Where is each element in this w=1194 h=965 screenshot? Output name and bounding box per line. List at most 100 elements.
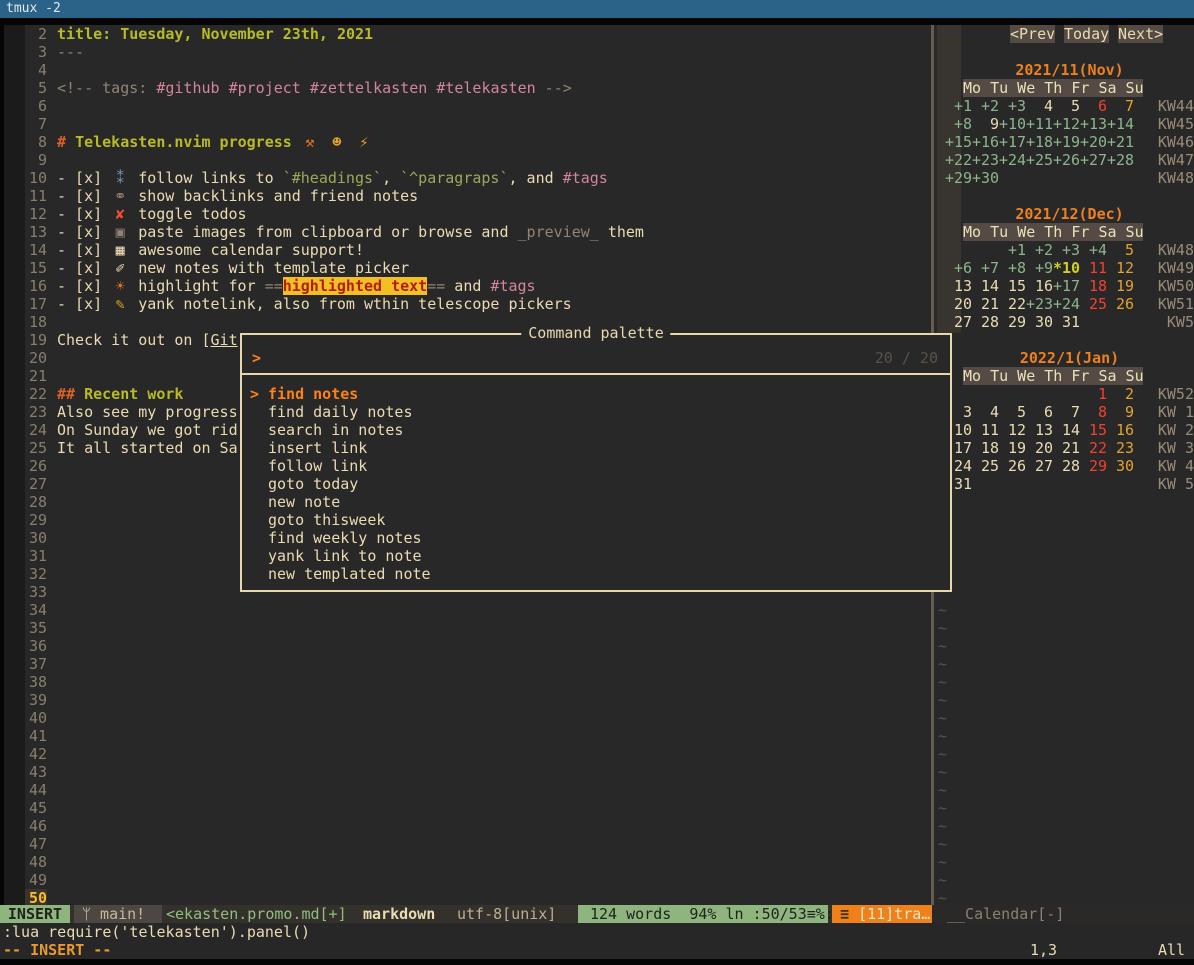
editor-line[interactable]: --- (57, 43, 84, 61)
calendar-day[interactable]: 26 (1107, 295, 1134, 313)
calendar-day[interactable]: 13 (945, 277, 972, 295)
calendar-day[interactable]: 6 (1026, 403, 1053, 421)
calendar-day[interactable]: +20 (1080, 133, 1107, 151)
calendar-day[interactable]: +18 (1026, 133, 1053, 151)
editor-line[interactable]: - [x] ✎ yank notelink, also from wthin t… (57, 295, 572, 313)
calendar-day[interactable]: 21 (972, 295, 999, 313)
calendar-day[interactable]: +28 (1107, 151, 1134, 169)
calendar-day[interactable]: +8 (945, 115, 972, 133)
calendar-day[interactable]: 19 (999, 439, 1026, 457)
calendar-day[interactable]: 14 (972, 277, 999, 295)
palette-item[interactable]: new templated note (242, 565, 950, 583)
calendar-day[interactable]: +24 (999, 151, 1026, 169)
calendar-day[interactable]: 13 (1026, 421, 1053, 439)
calendar-day[interactable]: 27 (945, 313, 972, 331)
calendar-day[interactable]: 9 (1107, 403, 1134, 421)
calendar-day[interactable]: +16 (972, 133, 999, 151)
palette-item[interactable]: find weekly notes (242, 529, 950, 547)
calendar-day[interactable]: 12 (999, 421, 1026, 439)
calendar-day[interactable]: 5 (1053, 97, 1080, 115)
palette-item[interactable]: goto thisweek (242, 511, 950, 529)
calendar-day[interactable]: 28 (1053, 457, 1080, 475)
calendar-day[interactable]: +24 (1053, 295, 1080, 313)
calendar-day[interactable]: +13 (1080, 115, 1107, 133)
statusline-tabs[interactable]: ≡ [11]tra… (832, 905, 932, 923)
calendar-day[interactable]: 11 (972, 421, 999, 439)
palette-item[interactable]: new note (242, 493, 950, 511)
calendar-day[interactable]: 11 (1080, 259, 1107, 277)
editor-line[interactable]: - [x] ☀ highlight for ==highlighted text… (57, 277, 536, 295)
calendar-today-button[interactable]: Today (1064, 25, 1109, 43)
calendar-day[interactable]: +29 (945, 169, 972, 187)
calendar-day[interactable]: 30 (1026, 313, 1053, 331)
palette-item[interactable]: goto today (242, 475, 950, 493)
calendar-day[interactable]: +17 (999, 133, 1026, 151)
palette-item[interactable]: yank link to note (242, 547, 950, 565)
editor-line[interactable]: Also see my progress (57, 403, 238, 421)
calendar-day[interactable]: 15 (999, 277, 1026, 295)
calendar-day[interactable]: 30 (1107, 457, 1134, 475)
calendar-day[interactable]: +3 (1053, 241, 1080, 259)
calendar-day[interactable]: +8 (999, 259, 1026, 277)
calendar-day[interactable]: +15 (945, 133, 972, 151)
calendar-day[interactable]: +23 (972, 151, 999, 169)
editor-line[interactable]: ## Recent work (57, 385, 183, 403)
calendar-day[interactable]: 21 (1053, 439, 1080, 457)
command-line[interactable]: :lua require('telekasten').panel() (0, 923, 1194, 941)
palette-item[interactable]: find daily notes (242, 403, 950, 421)
editor-line[interactable]: - [x] ▣ paste images from clipboard or b… (57, 223, 644, 241)
calendar-day[interactable]: 27 (1026, 457, 1053, 475)
calendar-day[interactable]: +7 (972, 259, 999, 277)
calendar-day[interactable]: +14 (1107, 115, 1134, 133)
editor-line[interactable]: On Sunday we got rid (57, 421, 238, 439)
calendar-day[interactable]: +1 (945, 97, 972, 115)
calendar-day[interactable]: +4 (1080, 241, 1107, 259)
calendar-day[interactable]: +17 (1053, 277, 1080, 295)
calendar-day[interactable]: 20 (1026, 439, 1053, 457)
editor-line[interactable]: title: Tuesday, November 23th, 2021 (57, 25, 373, 43)
calendar-day[interactable]: 2 (1107, 385, 1134, 403)
editor-line[interactable]: - [x] ▦ awesome calendar support! (57, 241, 364, 259)
editor-line[interactable]: Check it out on [Git (57, 331, 238, 349)
calendar-day[interactable]: 5 (999, 403, 1026, 421)
calendar-day[interactable]: 25 (1080, 295, 1107, 313)
editor-line[interactable]: - [x] ✘ toggle todos (57, 205, 247, 223)
palette-item[interactable]: >find notes (242, 385, 950, 403)
calendar-day[interactable]: +26 (1053, 151, 1080, 169)
calendar-day[interactable]: +23 (1026, 295, 1053, 313)
calendar-day[interactable]: +1 (999, 241, 1026, 259)
calendar-day[interactable]: 23 (1107, 439, 1134, 457)
calendar-day[interactable]: +19 (1053, 133, 1080, 151)
editor-line[interactable]: - [x] ⁑ follow links to `#headings`, `^p… (57, 169, 608, 187)
calendar-day[interactable]: +25 (1026, 151, 1053, 169)
calendar-day[interactable]: 18 (1080, 277, 1107, 295)
calendar-day[interactable]: +21 (1107, 133, 1134, 151)
palette-item[interactable]: follow link (242, 457, 950, 475)
calendar-day[interactable]: 22 (999, 295, 1026, 313)
calendar-day[interactable]: 25 (972, 457, 999, 475)
editor-line[interactable]: It all started on Sa (57, 439, 238, 457)
calendar-day[interactable]: 29 (999, 313, 1026, 331)
calendar-day[interactable]: 14 (1053, 421, 1080, 439)
calendar-day[interactable]: 9 (972, 115, 999, 133)
calendar-day[interactable]: 19 (1107, 277, 1134, 295)
calendar-day[interactable]: +12 (1053, 115, 1080, 133)
calendar-day[interactable]: 16 (1026, 277, 1053, 295)
editor-line[interactable]: <!-- tags: #github #project #zettelkaste… (57, 79, 572, 97)
calendar-day[interactable]: *10 (1053, 259, 1080, 277)
calendar-day[interactable]: +27 (1080, 151, 1107, 169)
calendar-day[interactable]: 31 (1053, 313, 1080, 331)
calendar-day[interactable]: 29 (1080, 457, 1107, 475)
calendar-day[interactable]: +22 (945, 151, 972, 169)
calendar-day[interactable]: +11 (1026, 115, 1053, 133)
calendar-day[interactable]: 15 (1080, 421, 1107, 439)
calendar-day[interactable]: 4 (972, 403, 999, 421)
palette-item[interactable]: insert link (242, 439, 950, 457)
editor-line[interactable]: - [x] ⚭ show backlinks and friend notes (57, 187, 418, 205)
calendar-day[interactable]: 4 (1026, 97, 1053, 115)
editor-line[interactable]: # Telekasten.nvim progress ⚒ ☻ ⚡ (57, 133, 373, 151)
calendar-day[interactable]: +10 (999, 115, 1026, 133)
calendar-day[interactable]: +2 (1026, 241, 1053, 259)
calendar-day[interactable]: 26 (999, 457, 1026, 475)
calendar-prev-button[interactable]: <Prev (1010, 25, 1055, 43)
